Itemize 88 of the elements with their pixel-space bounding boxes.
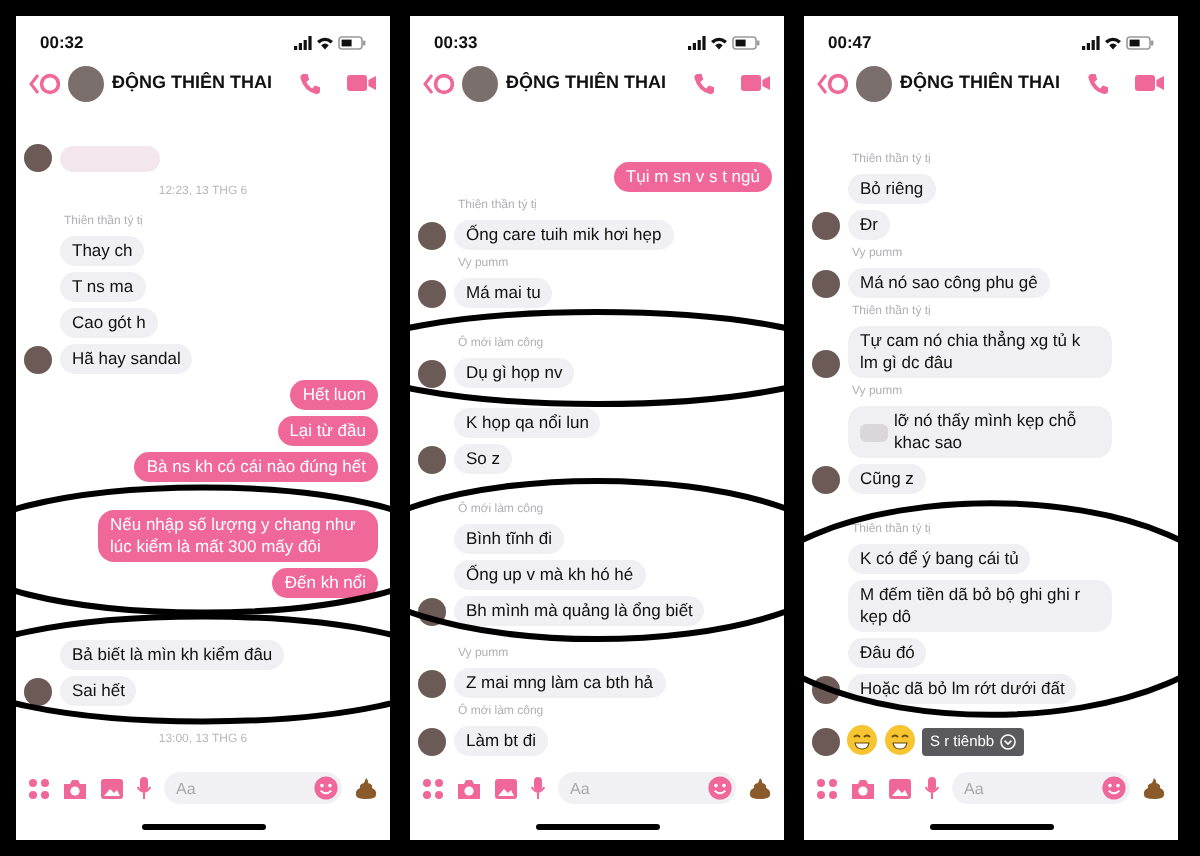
message-bubble: Hoặc dã bỏ lm rớt dưới đất: [848, 674, 1077, 704]
message-bubble: Má nó sao công phu gê: [848, 268, 1050, 298]
home-indicator: [141, 823, 265, 829]
video-camera-icon[interactable]: [1134, 72, 1166, 94]
message-bubble: Bình tĩnh đi: [454, 524, 565, 554]
smiley-icon[interactable]: [1102, 776, 1126, 800]
poop-emoji-icon[interactable]: [1142, 776, 1166, 800]
smiley-icon[interactable]: [314, 776, 338, 800]
back-icon[interactable]: [816, 71, 848, 95]
chat-title: ĐỘNG THIÊN THAI: [506, 69, 668, 96]
battery-icon: [732, 35, 760, 49]
message-bubble: Ống up v mà kh hó hé: [454, 560, 646, 590]
grinning-face-icon: [884, 724, 916, 756]
battery-icon: [338, 35, 366, 49]
camera-icon[interactable]: [850, 777, 876, 799]
microphone-icon[interactable]: [924, 776, 940, 800]
poop-emoji-icon[interactable]: [354, 776, 378, 800]
apps-grid-icon[interactable]: [816, 777, 838, 799]
avatar: [68, 65, 104, 101]
message-bubble: Hết luon: [290, 380, 378, 410]
message-bubble: K họp qa nổi lun: [454, 408, 601, 438]
grinning-face-icon: [846, 724, 878, 756]
message-bubble: Làm bt đi: [454, 726, 548, 756]
message-bubble: Ống care tuih mik hơi hẹp: [454, 220, 674, 250]
image-icon[interactable]: [494, 777, 518, 799]
message-bubble: T ns ma: [60, 272, 146, 302]
message-bubble: Bả biết là mìn kh kiểm đâu: [60, 640, 285, 670]
message-bubble: Sai hết: [60, 676, 137, 706]
message-bubble: Bỏ riêng: [848, 174, 936, 204]
message-bubble: Lại từ đầu: [277, 416, 378, 446]
message-input[interactable]: Aa: [164, 772, 342, 804]
signal-icon: [1082, 35, 1100, 49]
video-camera-icon[interactable]: [346, 72, 378, 94]
avatar: [856, 65, 892, 101]
wifi-icon: [1104, 35, 1122, 49]
avatar: [462, 65, 498, 101]
message-bubble: Đâu đó: [848, 638, 927, 668]
signal-icon: [294, 35, 312, 49]
microphone-icon[interactable]: [136, 776, 152, 800]
message-bubble: Cao gót h: [60, 308, 158, 338]
message-bubble: Bà ns kh có cái nào đúng hết: [134, 452, 378, 482]
message-bubble: Tự cam nó chia thẳng xg tủ k lm gì dc đâu: [848, 326, 1112, 378]
message-bubble: Nếu nhập số lượng y chang như lúc kiểm là mất 300 mấy đôi: [98, 510, 378, 562]
message-input[interactable]: Aa: [952, 772, 1130, 804]
video-camera-icon[interactable]: [740, 72, 772, 94]
home-indicator: [929, 823, 1053, 829]
apps-grid-icon[interactable]: [422, 777, 444, 799]
back-icon[interactable]: [28, 71, 60, 95]
status-time: 00:33: [434, 29, 478, 55]
chevron-down-icon: [1000, 734, 1017, 750]
chat-title: ĐỘNG THIÊN THAI: [900, 69, 1062, 96]
blurred-patch: [860, 423, 888, 441]
message-bubble: Hã hay sandal: [60, 344, 193, 374]
phone-icon[interactable]: [1086, 71, 1110, 95]
phone-icon[interactable]: [298, 71, 322, 95]
message-bubble: Đr: [848, 210, 890, 240]
home-indicator: [535, 823, 659, 829]
message-bubble: M đếm tiền dã bỏ bộ ghi ghi r kẹp dô: [848, 580, 1112, 632]
wifi-icon: [710, 35, 728, 49]
message-bubble: K có để ý bang cái tủ: [848, 544, 1031, 574]
message-text: lỡ nó thấy mình kẹp chỗ khac sao: [894, 410, 1079, 454]
message-bubble: So z: [454, 444, 513, 474]
signal-icon: [688, 35, 706, 49]
phone-icon[interactable]: [692, 71, 716, 95]
image-icon[interactable]: [888, 777, 912, 799]
chat-title: ĐỘNG THIÊN THAI: [112, 69, 274, 96]
apps-grid-icon[interactable]: [28, 777, 50, 799]
camera-icon[interactable]: [62, 777, 88, 799]
battery-icon: [1126, 35, 1154, 49]
message-input[interactable]: Aa: [558, 772, 736, 804]
message-bubble: Tụi m sn v s t ngủ: [613, 162, 772, 192]
message-bubble: Bh mình mà quảng là ổng biết: [454, 596, 705, 626]
blurred-message: [60, 146, 160, 172]
message-bubble: Đến kh nổi: [272, 568, 378, 598]
message-bubble: Z mai mng làm ca bth hả: [454, 668, 666, 698]
status-time: 00:47: [828, 29, 872, 55]
message-bubble: Thay ch: [60, 236, 145, 266]
message-bubble: Dụ gì họp nv: [454, 358, 575, 388]
smiley-icon[interactable]: [708, 776, 732, 800]
message-bubble: Má mai tu: [454, 278, 553, 308]
message-bubble: Cũng z: [848, 464, 926, 494]
back-icon[interactable]: [422, 71, 454, 95]
camera-icon[interactable]: [456, 777, 482, 799]
poop-emoji-icon[interactable]: [748, 776, 772, 800]
status-time: 00:32: [40, 29, 84, 55]
wifi-icon: [316, 35, 334, 49]
microphone-icon[interactable]: [530, 776, 546, 800]
image-icon[interactable]: [100, 777, 124, 799]
